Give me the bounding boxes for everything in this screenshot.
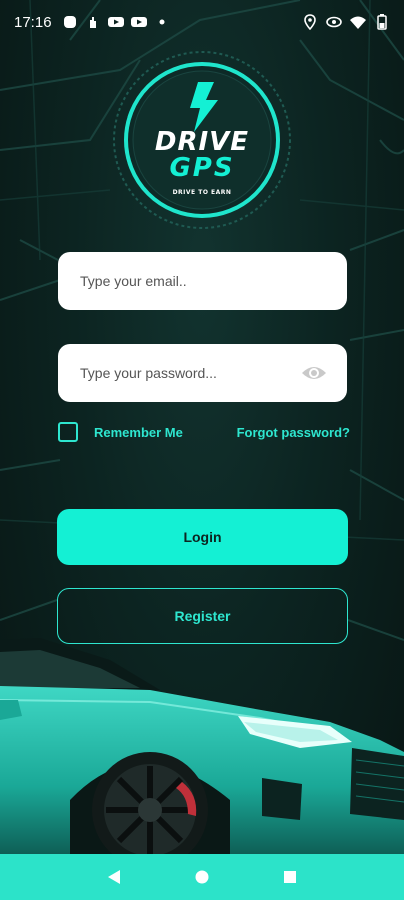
eye-icon: [326, 14, 342, 30]
email-input[interactable]: [80, 273, 325, 289]
status-time: 17:16: [14, 13, 52, 31]
login-button[interactable]: Login: [57, 509, 348, 565]
youtube-icon: [130, 14, 147, 30]
password-field-container: [58, 344, 347, 402]
wifi-icon: [350, 14, 366, 30]
password-input[interactable]: [80, 365, 325, 381]
youtube-icon: [107, 14, 124, 30]
drivegps-logo: DRIVE GPS DRIVE TO EARN: [110, 48, 294, 232]
logo-line2: GPS: [169, 153, 234, 183]
status-bar: 17:16: [0, 0, 404, 44]
hand-icon: [85, 14, 101, 30]
android-nav-bar: [0, 854, 404, 900]
remember-me-label[interactable]: Remember Me: [94, 425, 183, 440]
back-icon[interactable]: [104, 867, 124, 887]
battery-icon: [374, 14, 390, 30]
circle-icon: [62, 14, 78, 30]
car-illustration: [0, 638, 404, 854]
email-field-container: [58, 252, 347, 310]
forgot-password-link[interactable]: Forgot password?: [237, 425, 350, 440]
home-icon[interactable]: [192, 867, 212, 887]
location-icon: [302, 14, 318, 30]
dot-icon: [154, 14, 170, 30]
remember-row: Remember Me Forgot password?: [58, 420, 350, 444]
logo-tagline: DRIVE TO EARN: [173, 189, 232, 196]
remember-me-checkbox[interactable]: [58, 422, 78, 442]
recents-icon[interactable]: [280, 867, 300, 887]
show-password-eye-icon[interactable]: [301, 361, 327, 385]
login-screen: 17:16 DRIVE GPS DRIVE TO EARN Type your …: [0, 0, 404, 900]
